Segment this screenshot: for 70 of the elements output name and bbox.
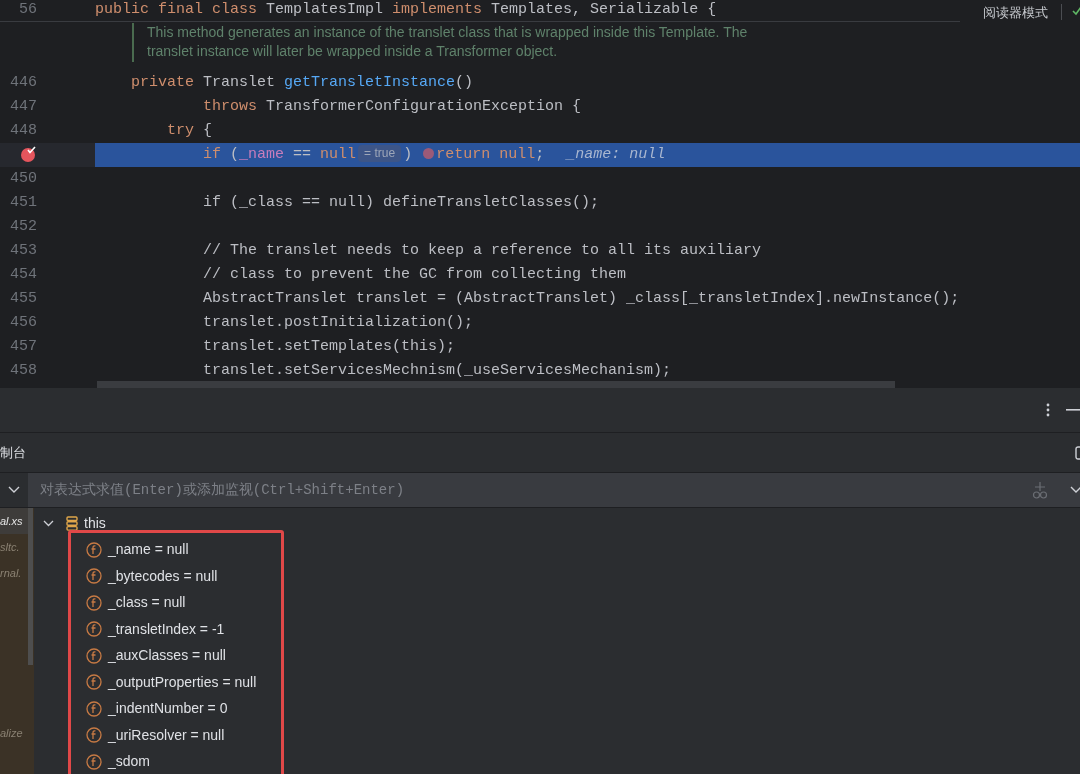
- code-line: throws TransformerConfigurationException {: [202, 96, 582, 117]
- code-token: null: [320, 145, 357, 163]
- code-token: return null: [436, 145, 536, 163]
- variable-label[interactable]: _outputProperties = null: [108, 671, 257, 693]
- variable-label[interactable]: _uriResolver = null: [108, 724, 225, 746]
- line-number: 451: [9, 192, 37, 213]
- code-line: private Translet getTransletInstance(): [130, 72, 474, 93]
- field-icon: [86, 727, 102, 744]
- code-line: try {: [166, 120, 213, 141]
- field-icon: [86, 647, 102, 664]
- line-number: 446: [9, 72, 37, 93]
- field-icon: [86, 568, 102, 585]
- line-number: 458: [9, 360, 37, 381]
- code-line: // class to prevent the GC from collecting them: [202, 264, 627, 285]
- variable-label[interactable]: _class = null: [108, 592, 186, 614]
- breakpoint-icon[interactable]: [20, 146, 37, 163]
- more-icon[interactable]: [1046, 403, 1050, 417]
- code-token: (: [230, 145, 240, 163]
- code-line: translet.setTemplates(this);: [202, 336, 456, 357]
- field-icon: [86, 753, 102, 770]
- field-icon: [86, 621, 102, 638]
- line-number: 452: [9, 216, 37, 237]
- scrollbar[interactable]: [97, 381, 895, 388]
- field-icon: [86, 594, 102, 611]
- code-token: ==: [292, 145, 313, 163]
- check-icon: [1072, 6, 1080, 16]
- variable-label[interactable]: _transletIndex = -1: [108, 618, 225, 640]
- variable-label[interactable]: _sdom: [108, 751, 151, 773]
- line-number: 456: [9, 312, 37, 333]
- console-tab[interactable]: 制台: [0, 442, 26, 463]
- line-number: 56: [18, 0, 37, 21]
- code-line: // The translet needs to keep a reference to all its auxiliary: [202, 240, 762, 261]
- code-token: if: [202, 145, 223, 163]
- variable-label[interactable]: _auxClasses = null: [108, 645, 226, 667]
- code-line: AbstractTranslet translet = (AbstractTranslet) _class[_transletIndex].newInstance();: [202, 288, 960, 309]
- variable-label[interactable]: _indentNumber = 0: [108, 698, 228, 720]
- scrollbar[interactable]: [28, 508, 33, 665]
- chevron-down-icon[interactable]: [1070, 486, 1080, 494]
- line-number: 448: [9, 120, 37, 141]
- line-number: 454: [9, 264, 37, 285]
- variable-label[interactable]: this: [84, 512, 106, 534]
- line-number: 457: [9, 336, 37, 357]
- expression-field[interactable]: 对表达式求值(Enter)或添加监视(Ctrl+Shift+Enter): [28, 473, 1032, 507]
- reader-mode-button[interactable]: 阅读器模式: [983, 3, 1048, 23]
- inline-value: _name: null: [566, 145, 666, 163]
- line-number: 455: [9, 288, 37, 309]
- line-number: 447: [9, 96, 37, 117]
- doc-comment-line: This method generates an instance of the translet class that is wrapped inside this Template. The: [147, 23, 748, 42]
- field-icon: [86, 674, 102, 691]
- minimize-icon[interactable]: [1066, 408, 1080, 412]
- breakpoint-marker-icon: [423, 148, 435, 160]
- line-number: 453: [9, 240, 37, 261]
- code-line: translet.setServicesMechnism(_useServicesMechanism);: [202, 360, 672, 381]
- doc-comment-line: translet instance will later be wrapped inside a Transformer object.: [147, 42, 559, 61]
- panel-icon[interactable]: [1075, 445, 1080, 460]
- code-line: public final class TemplatesImpl implements Templates, Serializable {: [95, 0, 717, 21]
- code-token: ): [403, 145, 414, 163]
- variable-label[interactable]: _name = null: [108, 539, 189, 561]
- line-number: 450: [9, 168, 37, 189]
- code-token: _name: [239, 145, 285, 163]
- code-line: if (_class == null) defineTransletClasses();: [202, 192, 600, 213]
- code-token: ;: [535, 145, 545, 163]
- code-line: translet.postInitialization();: [202, 312, 474, 333]
- variable-label[interactable]: _bytecodes = null: [108, 565, 218, 587]
- chevron-down-icon[interactable]: [7, 486, 20, 494]
- stack-frame[interactable]: al.xs: [0, 508, 28, 534]
- inline-hint: = true: [358, 145, 402, 163]
- stack-icon: [66, 515, 78, 531]
- field-icon: [86, 541, 102, 558]
- field-icon: [86, 700, 102, 717]
